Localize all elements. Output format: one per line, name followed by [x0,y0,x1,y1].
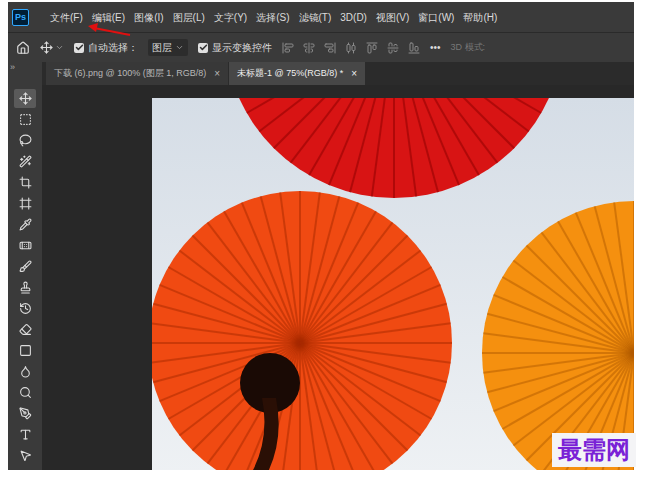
panel-toggle[interactable]: » [10,63,15,72]
options-bar: 自动选择： 图层显示变换控件 ••• 3D 模式: [8,32,634,62]
tab-close-button[interactable]: × [351,66,357,81]
menu-bar: Ps 文件(F) 编辑(E) 图像(I) 图层(L) 文字(Y) 选择(S) 滤镜(T) 3D(… [8,2,634,32]
home-icon[interactable] [16,41,30,55]
workspace [8,85,634,470]
gradient-tool-icon [19,344,32,357]
tool-button[interactable] [14,446,36,465]
tool-button[interactable] [14,278,36,297]
menu-item[interactable]: 3D(D) [340,10,367,25]
align-icon[interactable] [408,42,420,54]
photoshop-window: Ps 文件(F) 编辑(E) 图像(I) 图层(L) 文字(Y) 选择(S) 滤镜(T) 3D(… [8,2,634,470]
tool-button[interactable] [14,404,36,423]
checkbox-box[interactable] [74,43,84,53]
tool-button[interactable] [14,215,36,234]
blur-tool-icon [19,365,32,378]
ps-logo: Ps [12,9,29,26]
tool-button[interactable] [14,320,36,339]
check-icon [75,43,84,52]
crop-tool-icon [19,176,32,189]
eyedropper-tool-icon [19,218,32,231]
tool-button[interactable] [14,152,36,171]
stamp-tool-icon [19,281,32,294]
menu-item[interactable]: 文字(Y) [214,10,247,25]
auto-select-checkbox[interactable]: 自动选择： [74,40,138,55]
tool-button[interactable] [14,194,36,213]
mode-3d-label: 3D 模式: [451,41,486,55]
history-brush-tool-icon [19,302,32,315]
tab-row: » 下载 (6).png @ 100% (图层 1, RGB/8)×未标题-1 @… [8,62,634,85]
align-icon[interactable] [282,42,294,54]
canvas-area [42,85,634,470]
brush-tool-icon [19,260,32,273]
screenshot: Ps 文件(F) 编辑(E) 图像(I) 图层(L) 文字(Y) 选择(S) 滤镜(T) 3D(… [0,0,654,477]
tool-button[interactable] [14,341,36,360]
tool-button[interactable] [14,383,36,402]
menu-item[interactable]: 视图(V) [376,10,409,25]
orange-umbrella-left [152,191,452,470]
tool-button[interactable] [14,110,36,129]
tool-button[interactable] [14,425,36,444]
align-icon[interactable] [345,42,357,54]
orange-umbrella-right [482,201,634,470]
tool-button[interactable] [14,257,36,276]
document-tab[interactable]: 未标题-1 @ 75%(RGB/8) *× [229,62,365,85]
move-tool-icon [19,92,32,105]
dodge-tool-icon [19,386,32,399]
move-icon [40,41,53,54]
align-icon[interactable] [366,42,378,54]
tool-button[interactable] [14,131,36,150]
chevron-icon [55,43,64,52]
quick-select-tool-icon [19,155,32,168]
canvas-image [152,98,634,470]
umbrella-handle [252,398,279,470]
marquee-tool-icon [19,113,32,126]
menu-item[interactable]: 帮助(H) [463,10,497,25]
lasso-tool-icon [19,134,32,147]
more-button[interactable]: ••• [430,40,441,55]
tool-button[interactable] [14,236,36,255]
annotation-arrow-icon [84,20,134,40]
menu-item[interactable]: 图像(I) [134,10,163,25]
show-transform-checkbox[interactable]: 显示变换控件 [198,40,272,55]
menu-item[interactable]: 编辑(E) [92,10,125,25]
align-icon[interactable] [387,42,399,54]
type-tool-icon [19,428,32,441]
align-icon[interactable] [324,42,336,54]
tool-button[interactable] [14,362,36,381]
menu-item[interactable]: 滤镜(T) [299,10,332,25]
tool-button[interactable] [14,89,36,108]
chevron-icon [175,43,184,52]
document-tab[interactable]: 下载 (6).png @ 100% (图层 1, RGB/8)× [46,62,228,85]
watermark: 最需网 [552,433,636,467]
menu-item[interactable]: 窗口(W) [418,10,454,25]
menu-item[interactable]: 文件(F) [50,10,83,25]
tool-preset[interactable] [40,41,64,54]
path-select-tool-icon [19,449,32,462]
menu-item[interactable]: 图层(L) [173,10,205,25]
toolbar [8,85,42,470]
tab-close-button[interactable]: × [214,66,220,81]
check-icon [199,43,208,52]
eraser-tool-icon [19,323,32,336]
frame-tool-icon [19,197,32,210]
tool-button[interactable] [14,173,36,192]
umbrella-photo [152,98,634,470]
menu-item[interactable]: 选择(S) [256,10,289,25]
healing-tool-icon [19,239,32,252]
red-umbrella [224,98,564,198]
pen-tool-icon [19,407,32,420]
checkbox-box[interactable] [198,43,208,53]
layer-select[interactable]: 图层 [148,39,188,56]
tool-button[interactable] [14,299,36,318]
align-icon[interactable] [303,42,315,54]
